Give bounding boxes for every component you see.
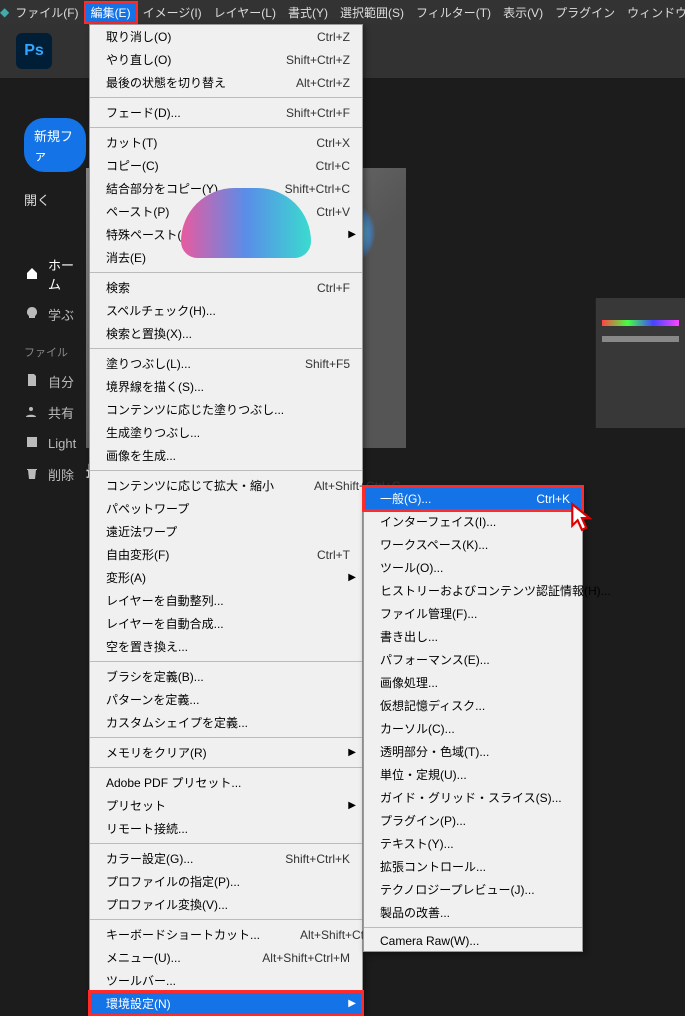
submenu-arrow-icon: ▶ [348,747,356,758]
menuitem-空を置き換え...[interactable]: 空を置き換え... [90,635,362,658]
submenu-arrow-icon: ▶ [348,998,356,1009]
menuitem-カラー設定(G)...[interactable]: カラー設定(G)...Shift+Ctrl+K [90,847,362,870]
menu-フィルター(T)[interactable]: フィルター(T) [410,2,497,23]
menuitem-単位・定規(U)...[interactable]: 単位・定規(U)... [364,763,582,786]
menuitem-テキスト(Y)...[interactable]: テキスト(Y)... [364,832,582,855]
menuitem-画像処理...[interactable]: 画像処理... [364,671,582,694]
menuitem-プリセット[interactable]: プリセット▶ [90,794,362,817]
open-link[interactable]: 開く [24,190,86,209]
menu-プラグイン[interactable]: プラグイン [549,2,621,23]
menuitem-環境設定(N)[interactable]: 環境設定(N)▶ [90,992,362,1015]
menuitem-パフォーマンス(E)...[interactable]: パフォーマンス(E)... [364,648,582,671]
menuitem-生成塗りつぶし...[interactable]: 生成塗りつぶし... [90,421,362,444]
sidebar-home[interactable]: ホーム [24,249,86,299]
menuitem-Camera Raw(W)...[interactable]: Camera Raw(W)... [364,931,582,951]
bulb-icon [24,305,40,324]
submenu-arrow-icon: ▶ [348,800,356,811]
menubar: ◆ ファイル(F)編集(E)イメージ(I)レイヤー(L)書式(Y)選択範囲(S)… [0,0,685,24]
menuitem-コンテンツに応じた塗りつぶし...[interactable]: コンテンツに応じた塗りつぶし... [90,398,362,421]
menuitem-メモリをクリア(R)[interactable]: メモリをクリア(R)▶ [90,741,362,764]
menu-ファイル(F)[interactable]: ファイル(F) [9,2,84,23]
menuitem-画像を生成...[interactable]: 画像を生成... [90,444,362,467]
menuitem-プロファイルの指定(P)...[interactable]: プロファイルの指定(P)... [90,870,362,893]
menuitem-リモート接続...[interactable]: リモート接続... [90,817,362,840]
menu-レイヤー(L)[interactable]: レイヤー(L) [208,2,282,23]
menu-編集(E)[interactable]: 編集(E) [85,2,137,23]
menuitem-ガイド・グリッド・スライス(S)...[interactable]: ガイド・グリッド・スライス(S)... [364,786,582,809]
menuitem-変形(A)[interactable]: 変形(A)▶ [90,566,362,589]
menuitem-カーソル(C)...[interactable]: カーソル(C)... [364,717,582,740]
trash-icon [24,465,40,484]
menuitem-遠近法ワープ[interactable]: 遠近法ワープ [90,520,362,543]
menuitem-レイヤーを自動合成...[interactable]: レイヤーを自動合成... [90,612,362,635]
preferences-submenu: 一般(G)...Ctrl+Kインターフェイス(I)...ワークスペース(K)..… [363,486,583,952]
menuitem-Adobe PDF プリセット...[interactable]: Adobe PDF プリセット... [90,771,362,794]
menuitem-レイヤーを自動整列...[interactable]: レイヤーを自動整列... [90,589,362,612]
menuitem-コンテンツに応じて拡大・縮小[interactable]: コンテンツに応じて拡大・縮小Alt+Shift+Ctrl+C [90,474,362,497]
home-icon [24,265,40,284]
menu-ウィンドウ(W)[interactable]: ウィンドウ(W) [621,2,685,23]
menuitem-プラグイン(P)...[interactable]: プラグイン(P)... [364,809,582,832]
menuitem-やり直し(O)[interactable]: やり直し(O)Shift+Ctrl+Z [90,48,362,71]
menu-書式(Y)[interactable]: 書式(Y) [282,2,334,23]
menuitem-テクノロジープレビュー(J)...[interactable]: テクノロジープレビュー(J)... [364,878,582,901]
menu-選択範囲(S)[interactable]: 選択範囲(S) [334,2,410,23]
menuitem-カット(T)[interactable]: カット(T)Ctrl+X [90,131,362,154]
sidebar-section-label: ファイル [24,344,86,360]
lr-icon [24,434,40,453]
menuitem-自由変形(F)[interactable]: 自由変形(F)Ctrl+T [90,543,362,566]
menuitem-パターンを定義...[interactable]: パターンを定義... [90,688,362,711]
ps-logo[interactable]: Ps [16,33,52,69]
submenu-arrow-icon: ▶ [348,229,356,240]
menuitem-ツール(O)...[interactable]: ツール(O)... [364,556,582,579]
menuitem-インターフェイス(I)...[interactable]: インターフェイス(I)... [364,510,582,533]
menuitem-仮想記憶ディスク...[interactable]: 仮想記憶ディスク... [364,694,582,717]
sidebar: 新規ファ 開く ホーム学ぶ ファイル 自分共有Light削除 [0,78,86,490]
ps-small-logo: ◆ [0,5,9,19]
menuitem-ツールバー...[interactable]: ツールバー... [90,969,362,992]
menuitem-カスタムシェイプを定義...[interactable]: カスタムシェイプを定義... [90,711,362,734]
menuitem-書き出し...[interactable]: 書き出し... [364,625,582,648]
menuitem-検索[interactable]: 検索Ctrl+F [90,276,362,299]
menuitem-拡張コントロール...[interactable]: 拡張コントロール... [364,855,582,878]
menuitem-キーボードショートカット...[interactable]: キーボードショートカット...Alt+Shift+Ctrl+K [90,923,362,946]
sidebar-doc[interactable]: 自分 [24,366,86,397]
menuitem-スペルチェック(H)...[interactable]: スペルチェック(H)... [90,299,362,322]
menuitem-取り消し(O)[interactable]: 取り消し(O)Ctrl+Z [90,25,362,48]
submenu-arrow-icon: ▶ [348,572,356,583]
new-file-button[interactable]: 新規ファ [24,118,86,172]
edit-menu-dropdown: 取り消し(O)Ctrl+Zやり直し(O)Shift+Ctrl+Z最後の状態を切り… [89,24,363,1016]
menuitem-塗りつぶし(L)...[interactable]: 塗りつぶし(L)...Shift+F5 [90,352,362,375]
menuitem-フェード(D)...[interactable]: フェード(D)...Shift+Ctrl+F [90,101,362,124]
menuitem-ヒストリーおよびコンテンツ認証情報(H)...[interactable]: ヒストリーおよびコンテンツ認証情報(H)... [364,579,582,602]
menuitem-一般(G)...[interactable]: 一般(G)...Ctrl+K [364,487,582,510]
sidebar-lr[interactable]: Light [24,428,86,459]
menu-イメージ(I)[interactable]: イメージ(I) [137,2,208,23]
menuitem-最後の状態を切り替え[interactable]: 最後の状態を切り替えAlt+Ctrl+Z [90,71,362,94]
adjustments-panel[interactable] [595,298,685,428]
sidebar-people[interactable]: 共有 [24,397,86,428]
menuitem-パペットワープ[interactable]: パペットワープ [90,497,362,520]
menuitem-検索と置換(X)...[interactable]: 検索と置換(X)... [90,322,362,345]
people-icon [24,403,40,422]
sidebar-bulb[interactable]: 学ぶ [24,299,86,330]
menuitem-ワークスペース(K)...[interactable]: ワークスペース(K)... [364,533,582,556]
doc-icon [24,372,40,391]
menuitem-コピー(C)[interactable]: コピー(C)Ctrl+C [90,154,362,177]
menuitem-ファイル管理(F)...[interactable]: ファイル管理(F)... [364,602,582,625]
sidebar-trash[interactable]: 削除 [24,459,86,490]
menuitem-境界線を描く(S)...[interactable]: 境界線を描く(S)... [90,375,362,398]
menuitem-メニュー(U)...[interactable]: メニュー(U)...Alt+Shift+Ctrl+M [90,946,362,969]
menuitem-透明部分・色域(T)...[interactable]: 透明部分・色域(T)... [364,740,582,763]
menuitem-ブラシを定義(B)...[interactable]: ブラシを定義(B)... [90,665,362,688]
menu-表示(V)[interactable]: 表示(V) [497,2,549,23]
